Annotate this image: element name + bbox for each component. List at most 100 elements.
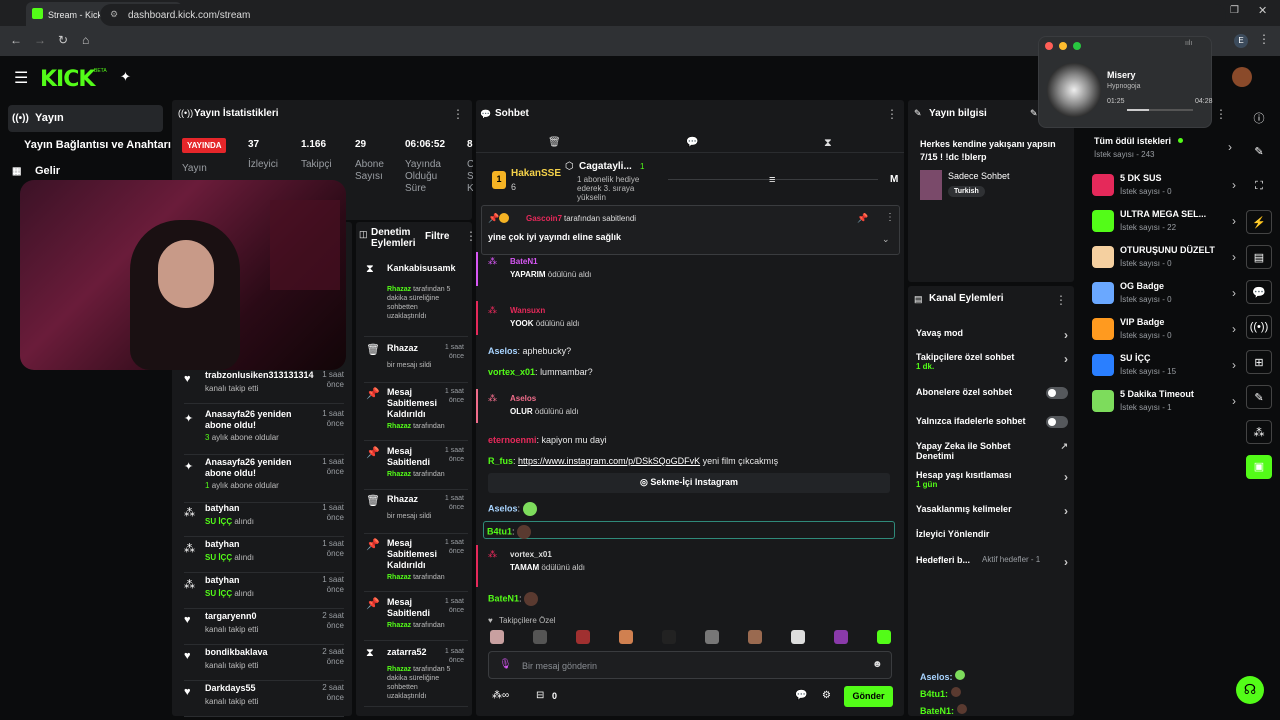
back-icon[interactable]: ← bbox=[10, 33, 22, 47]
gear-icon[interactable]: ⚙ bbox=[822, 690, 831, 701]
restore-icon[interactable]: ❐ bbox=[1230, 5, 1239, 16]
chat-username[interactable]: vortex_x01 bbox=[510, 550, 552, 559]
activity-item[interactable]: ♥ trabzonlusiken313131314 kanalı takip ett… bbox=[184, 370, 344, 404]
emote-icon[interactable] bbox=[619, 630, 633, 644]
rewards-icon[interactable]: ⁂ bbox=[1246, 420, 1272, 444]
trash-icon[interactable]: 🗑 bbox=[548, 137, 561, 148]
sidebar-item-stream-key[interactable]: Yayın Bağlantısı ve Anahtarı bbox=[24, 139, 171, 151]
emote-icon[interactable] bbox=[705, 630, 719, 644]
channel-points-icon[interactable]: ⁂∞ bbox=[492, 690, 509, 701]
emote-icon[interactable] bbox=[834, 630, 848, 644]
chat-bubble-icon[interactable]: 💬 bbox=[686, 137, 698, 148]
reward-item[interactable]: ULTRA MEGA SEL... İstek sayısı - 22 › bbox=[1092, 208, 1238, 240]
mod-by[interactable]: Rhazaz bbox=[387, 666, 411, 673]
chat-icon[interactable]: 💬 bbox=[1246, 280, 1272, 304]
chevron-right-icon[interactable]: › bbox=[1232, 250, 1236, 264]
chat-username[interactable]: B4tu1 bbox=[487, 526, 512, 536]
channel-action-row[interactable]: Takipçilere özel sohbet 1 dk. › bbox=[916, 352, 1068, 376]
channel-action-row[interactable]: İzleyici Yönlendir bbox=[916, 529, 1068, 553]
activity-name[interactable]: batyhan bbox=[205, 503, 300, 514]
emote-icon[interactable] bbox=[533, 630, 547, 644]
help-chat-button[interactable]: ☊ bbox=[1236, 676, 1264, 704]
channel-action-row[interactable]: Yalnızca ifadelerle sohbet bbox=[916, 416, 1068, 440]
emote-icon[interactable] bbox=[791, 630, 805, 644]
chat-username[interactable]: eternoenmi bbox=[488, 435, 537, 445]
chevron-right-icon[interactable]: › bbox=[1232, 322, 1236, 336]
minimize-dot[interactable] bbox=[1059, 42, 1067, 50]
chevron-right-icon[interactable]: › bbox=[1064, 470, 1068, 484]
reward-item[interactable]: 5 DK SUS İstek sayısı - 0 › bbox=[1092, 172, 1238, 204]
emote-icon[interactable] bbox=[748, 630, 762, 644]
chevron-down-icon[interactable]: ⌄ bbox=[882, 234, 890, 245]
reward-item[interactable]: VIP Badge İstek sayısı - 0 › bbox=[1092, 316, 1238, 348]
channel-action-row[interactable]: Yapay Zeka ile Sohbet Denetimi ↗ bbox=[916, 441, 1068, 465]
activity-name[interactable]: targaryenn0 bbox=[205, 611, 300, 622]
mod-by[interactable]: Rhazaz bbox=[387, 471, 411, 478]
mod-by[interactable]: Rhazaz bbox=[387, 622, 411, 629]
store-icon[interactable]: ⊟ bbox=[536, 690, 544, 701]
maximize-dot[interactable] bbox=[1073, 42, 1081, 50]
chat-settings-bubble-icon[interactable]: 💬 bbox=[795, 690, 807, 701]
emoji-icon[interactable]: ☻ bbox=[872, 659, 883, 670]
profile-avatar[interactable]: E bbox=[1234, 34, 1248, 48]
mod-by[interactable]: Rhazaz bbox=[387, 286, 411, 293]
chat-menu-icon[interactable]: ⋮ bbox=[886, 107, 898, 121]
site-info-icon[interactable]: ⚙ bbox=[110, 9, 118, 20]
track-progress-track[interactable] bbox=[1127, 109, 1193, 111]
plugin-icon[interactable]: ▣ bbox=[1246, 455, 1272, 479]
instagram-embed-button[interactable]: ◎ Sekme-İçi Instagram bbox=[488, 473, 890, 493]
toggle-switch[interactable] bbox=[1046, 416, 1068, 428]
chat-username[interactable]: BateN1 bbox=[510, 257, 538, 266]
activity-item[interactable]: ⁂ batyhan SU İÇÇ alındı 1 saat önce bbox=[184, 503, 344, 537]
emote-icon[interactable] bbox=[877, 630, 891, 644]
unpin-icon[interactable]: 📌 bbox=[857, 213, 868, 224]
chat-username[interactable]: BateN1 bbox=[488, 593, 519, 603]
activity-item[interactable]: ⁂ batyhan SU İÇÇ alındı 1 saat önce bbox=[184, 575, 344, 609]
chevron-right-icon[interactable]: › bbox=[1064, 352, 1068, 366]
moderation-item[interactable]: 🗑 Rhazaz bir mesajı sildi 1 saat önce bbox=[364, 343, 468, 383]
category-name[interactable]: Sadece Sohbet bbox=[948, 171, 1010, 181]
send-button[interactable]: Gönder bbox=[844, 686, 893, 707]
activity-name[interactable]: batyhan bbox=[205, 575, 300, 586]
chevron-right-icon[interactable]: › bbox=[1064, 504, 1068, 518]
gift-goal-name[interactable]: Cagatayli... bbox=[579, 161, 632, 172]
toggle-switch[interactable] bbox=[1046, 387, 1068, 399]
mini-chat-user[interactable]: B4tu1 bbox=[920, 689, 945, 699]
activity-name[interactable]: Anasayfa26 yeniden abone oldu! bbox=[205, 457, 300, 479]
all-rewards-label[interactable]: Tüm ödül istekleri bbox=[1094, 136, 1171, 146]
stats-menu-icon[interactable]: ⋮ bbox=[452, 107, 464, 121]
chevron-right-icon[interactable]: › bbox=[1232, 394, 1236, 408]
mod-by[interactable]: Rhazaz bbox=[387, 574, 411, 581]
fullscreen-icon[interactable]: ⛶ bbox=[1246, 175, 1272, 199]
external-link-icon[interactable]: ↗ bbox=[1060, 441, 1068, 452]
sidebar-item-stream[interactable]: Yayın bbox=[35, 112, 64, 124]
mic-icon[interactable]: 🎙 bbox=[499, 659, 512, 670]
activity-name[interactable]: bondikbaklava bbox=[205, 647, 300, 658]
actions-menu-icon[interactable]: ⋮ bbox=[1055, 293, 1067, 307]
chat-input[interactable]: 🎙 Bir mesaj gönderin ☻ bbox=[488, 651, 892, 679]
activity-item[interactable]: ♥ bondikbaklava kanalı takip etti 2 saat ön… bbox=[184, 647, 344, 681]
chat-username[interactable]: Aselos bbox=[488, 346, 518, 356]
moderation-item[interactable]: 📌 Mesaj Sabitlemesi Kaldırıldı Rhazaz tara… bbox=[364, 387, 468, 441]
emote-icon[interactable] bbox=[576, 630, 590, 644]
hourglass-icon[interactable]: ⧗ bbox=[824, 137, 832, 150]
chat-username[interactable]: R_fus bbox=[488, 456, 513, 466]
moderation-item[interactable]: ⧗ zatarra52 Rhazaz tarafından 5 dakika sür… bbox=[364, 647, 468, 707]
reward-item[interactable]: OTURUŞUNU DÜZELT İstek sayısı - 0 › bbox=[1092, 244, 1238, 276]
url-field[interactable]: ⚙ dashboard.kick.com/stream bbox=[100, 4, 1226, 26]
close-dot[interactable] bbox=[1045, 42, 1053, 50]
moderation-item[interactable]: 📌 Mesaj Sabitlemesi Kaldırıldı Rhazaz tara… bbox=[364, 538, 468, 592]
channel-action-row[interactable]: Hesap yaşı kısıtlaması 1 gün › bbox=[916, 470, 1068, 494]
channel-action-row[interactable]: Yavaş mod › bbox=[916, 328, 1068, 352]
activity-item[interactable]: ♥ targaryenn0 kanalı takip etti 2 saat önce bbox=[184, 611, 344, 645]
kick-logo[interactable]: KICK bbox=[40, 67, 95, 92]
moderation-item[interactable]: 📌 Mesaj Sabitlendi Rhazaz tarafından 1 saat… bbox=[364, 446, 468, 490]
window-close-icon[interactable]: ✕ bbox=[1258, 4, 1267, 17]
user-avatar[interactable] bbox=[1232, 67, 1252, 87]
layout-icon[interactable]: ⊞ bbox=[1246, 350, 1272, 374]
top-gifter-name[interactable]: HakanSSE bbox=[511, 168, 561, 179]
chat-link[interactable]: https://www.instagram.com/p/DSkSQoGDFvK bbox=[518, 456, 700, 466]
reward-item[interactable]: 5 Dakika Timeout İstek sayısı - 1 › bbox=[1092, 388, 1238, 420]
channel-action-row[interactable]: Yasaklanmış kelimeler › bbox=[916, 504, 1068, 528]
activity-name[interactable]: batyhan bbox=[205, 539, 300, 550]
